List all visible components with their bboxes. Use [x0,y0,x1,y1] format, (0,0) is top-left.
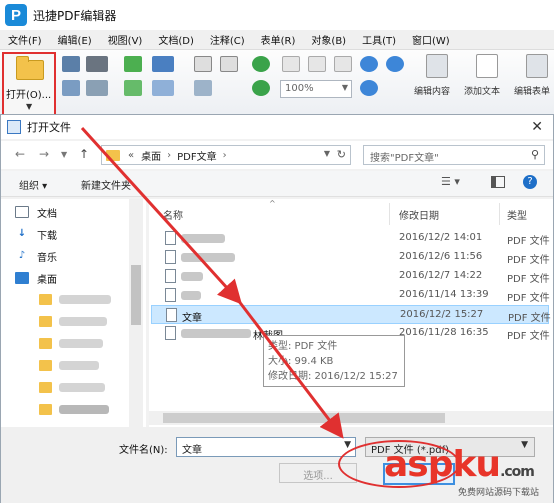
arrow-to-selected-file [80,126,243,305]
screen: P 迅捷PDF编辑器 文件(F) 编辑(E) 视图(V) 文档(D) 注释(C)… [0,0,554,503]
watermark-subtitle: 免费网站源码下载站 [458,488,540,498]
watermark-logo: aspku.com [384,444,535,485]
watermark-com: .com [500,464,535,480]
arrow-to-open-button [236,299,344,439]
watermark-text: aspku [384,444,501,485]
annotation-arrows [80,126,344,439]
